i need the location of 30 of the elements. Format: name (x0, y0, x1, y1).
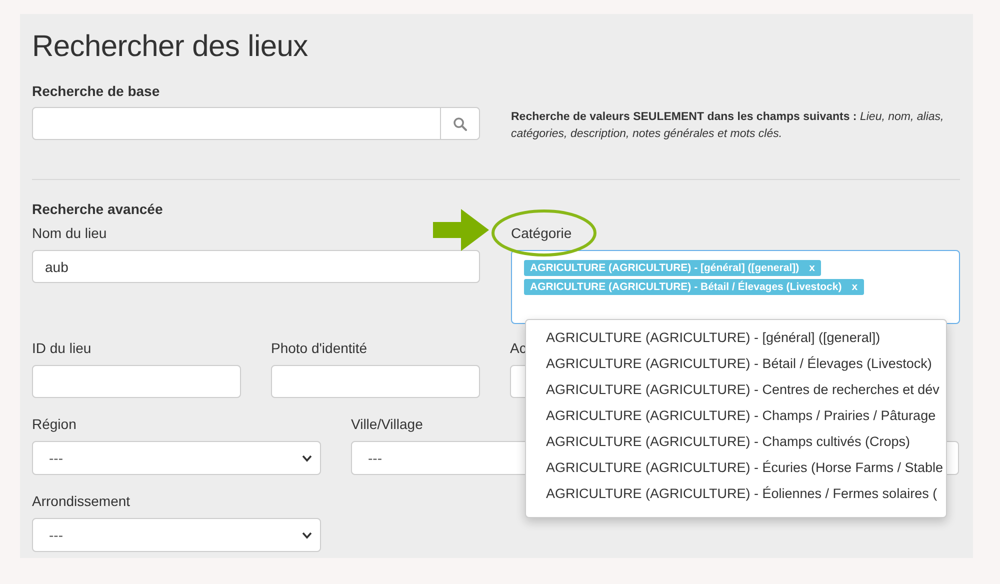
tag-label: AGRICULTURE (AGRICULTURE) - Bétail / Élevages (Livestock) (530, 280, 842, 295)
dropdown-option[interactable]: AGRICULTURE (AGRICULTURE) - Champs / Prairies / Pâturage (526, 403, 946, 429)
select-field[interactable]: --- (32, 518, 321, 552)
text-input[interactable] (271, 365, 480, 398)
field-label: Ville/Village (351, 416, 423, 433)
search-note: Recherche de valeurs SEULEMENT dans les champs suivants : Lieu, nom, alias, catégories, description, notes générales et mots clés. (511, 110, 945, 142)
tag-label: AGRICULTURE (AGRICULTURE) - [général] ([general]) (530, 261, 800, 276)
field-label: Recherche de base (32, 83, 160, 99)
arrow-annotation (433, 209, 489, 251)
text-input[interactable] (32, 365, 241, 398)
field-label: Catégorie (511, 225, 572, 242)
dropdown-option[interactable]: AGRICULTURE (AGRICULTURE) - Bétail / Élevages (Livestock) (526, 351, 946, 377)
place-name-input[interactable]: aub (32, 250, 480, 283)
page-title: Rechercher des lieux (32, 29, 309, 65)
dropdown-option[interactable]: AGRICULTURE (AGRICULTURE) - Éoliennes / Fermes solaires ( (526, 481, 946, 507)
search-icon (453, 116, 467, 130)
section-heading: Recherche avancée (32, 201, 164, 217)
dropdown-option[interactable]: AGRICULTURE (AGRICULTURE) - [général] ([general]) (526, 325, 946, 351)
search-field[interactable] (32, 107, 480, 140)
chevron-down-icon (302, 532, 312, 538)
field-label: Ac (510, 340, 526, 357)
field-label: Arrondissement (32, 493, 130, 510)
dropdown-option[interactable]: AGRICULTURE (AGRICULTURE) - Centres de recherches et dév (526, 377, 946, 403)
search-button[interactable] (440, 108, 479, 139)
chevron-down-icon (302, 454, 312, 462)
field-label: ID du lieu (32, 340, 92, 357)
field-label: Photo d'identité (271, 340, 368, 357)
field-label: Nom du lieu (32, 225, 107, 242)
field-label: Région (32, 416, 76, 433)
select-field[interactable]: --- (32, 441, 321, 475)
